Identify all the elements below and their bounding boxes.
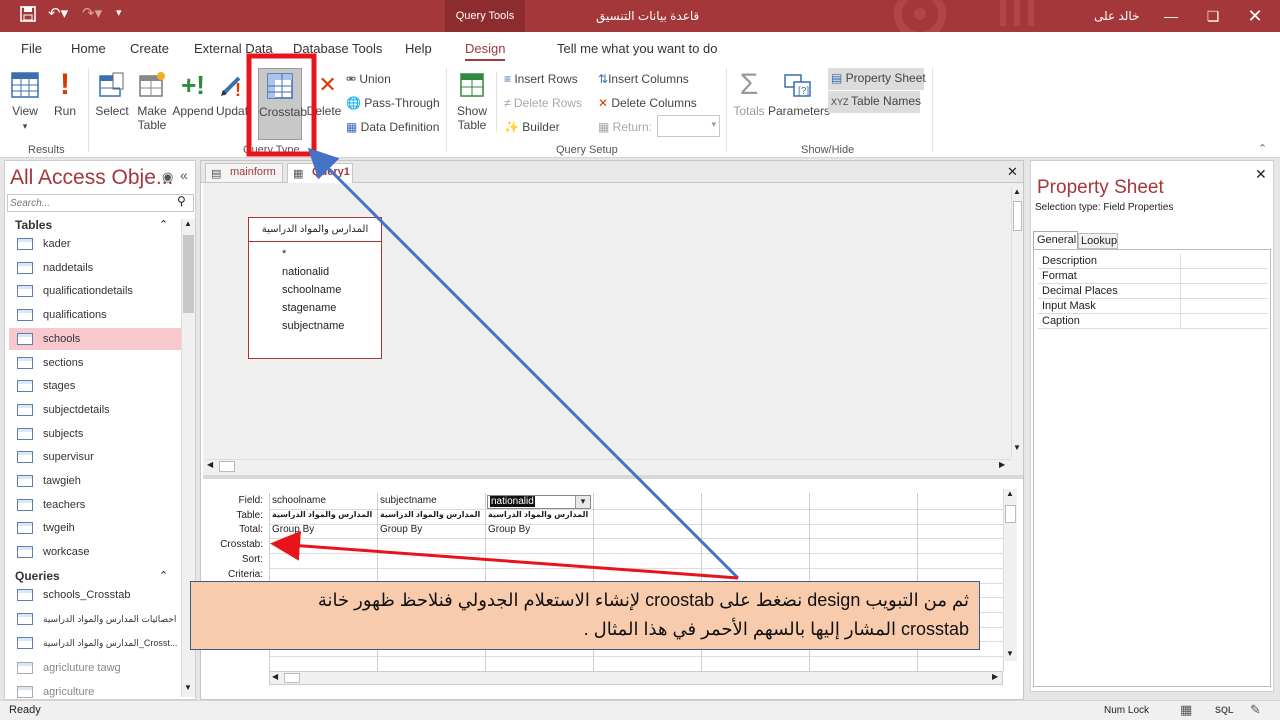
crosstab-highlight-box (246, 53, 317, 157)
red-arrow (270, 530, 739, 580)
blue-arrow (307, 147, 740, 580)
annotation-overlay (246, 53, 740, 580)
